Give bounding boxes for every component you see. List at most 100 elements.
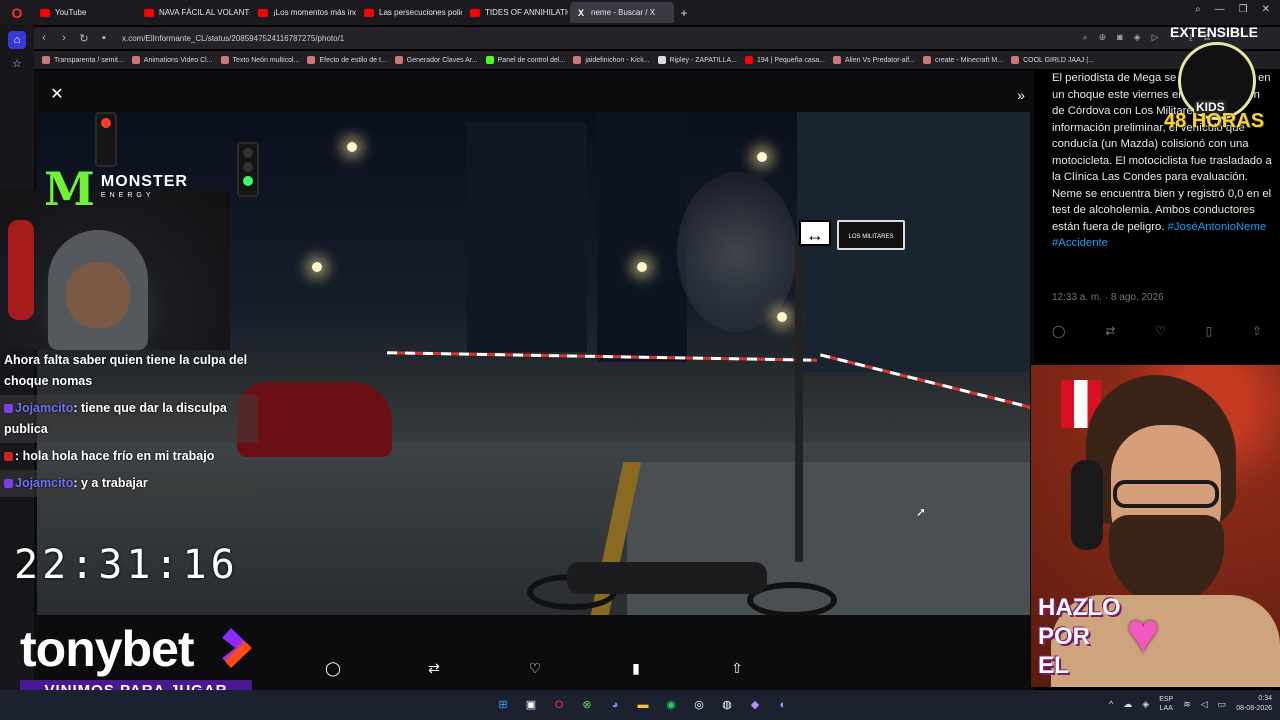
chat-message: Ahora falta saber quien tiene la culpa d… — [4, 353, 248, 388]
volume-icon[interactable]: ◁ — [1201, 699, 1208, 710]
hazlo-por-el-banner: HAZLO POR EL — [1038, 594, 1121, 679]
extensible-48h-badge: EXTENSIBLE KIDS 48 HORAS — [1164, 24, 1265, 132]
chevron-up-icon[interactable]: ^ — [1109, 699, 1113, 709]
bookmark-item[interactable]: COOL GIRLD JAAJ |... — [1011, 56, 1094, 64]
bookmark-icon — [573, 56, 582, 64]
expand-panel-icon[interactable]: » — [1012, 86, 1030, 104]
plush-toy — [8, 220, 34, 320]
youtube-icon — [258, 8, 268, 17]
restore-icon[interactable]: ❐ — [1239, 4, 1248, 15]
tab-momentos[interactable]: ¡Los momentos más incre — [252, 2, 356, 23]
reply-icon[interactable]: ◯ — [320, 660, 346, 686]
close-window-icon[interactable]: ✕ — [1262, 4, 1270, 15]
battery-icon[interactable]: ▭ — [1218, 699, 1227, 710]
url-field[interactable]: x.com/ElInformante_CL/status/20859475241… — [122, 34, 344, 43]
share-icon[interactable]: ⇧ — [724, 660, 750, 686]
tab-nava-facil[interactable]: NAVA FÁCIL AL VOLANTE — [138, 2, 250, 23]
like-icon[interactable]: ♡ — [522, 660, 548, 686]
security-icon[interactable]: ◈ — [1142, 699, 1149, 710]
bookmark-item[interactable]: Alien Vs Predator-alf... — [832, 56, 915, 64]
bookmark-icon — [220, 56, 229, 64]
wifi-icon[interactable]: ≋ — [1183, 699, 1191, 710]
subscriber-badge-icon — [4, 479, 13, 489]
minimize-icon[interactable]: — — [1215, 4, 1225, 15]
sign-pole — [795, 242, 803, 562]
play-icon[interactable]: ▷ — [1152, 32, 1159, 43]
obs-icon[interactable]: ◎ — [690, 696, 708, 714]
xbox-icon[interactable]: ⊗ — [578, 696, 596, 714]
opera-logo-icon[interactable]: O — [0, 0, 34, 25]
repost-icon[interactable]: ⇄ — [421, 660, 447, 686]
repost-icon[interactable]: ⇄ — [1105, 324, 1115, 338]
language-indicator[interactable]: ESP LAA — [1159, 695, 1173, 713]
bookmark-item[interactable]: Generador Claves Ar... — [394, 56, 478, 64]
start-icon[interactable]: ⊞ — [494, 696, 512, 714]
zoom-icon[interactable]: ⊕ — [1099, 32, 1107, 43]
traffic-light — [237, 142, 259, 197]
bookmarks-bar: Transparenta / semit... Animations Video… — [34, 51, 1280, 69]
bookmark-icon — [832, 56, 841, 64]
bookmark-item[interactable]: create - Minecraft M... — [922, 56, 1003, 64]
bookmark-item[interactable]: Panel de control del... — [485, 56, 565, 64]
back-icon[interactable]: ‹ — [34, 32, 54, 44]
tweet-timestamp[interactable]: 12:33 a. m. · 8 ago. 2026 — [1052, 292, 1164, 303]
building — [797, 112, 1030, 372]
system-tray: ^ ☁ ◈ ESP LAA ≋ ◁ ▭ 0:34 08-08-2026 — [1109, 694, 1272, 714]
stream-chat: Ahora falta saber quien tiene la culpa d… — [0, 347, 258, 497]
steam-icon[interactable]: ◐ — [774, 696, 792, 714]
reply-icon[interactable]: ◯ — [1052, 324, 1065, 338]
folder-icon[interactable]: ▬ — [634, 696, 652, 714]
bookmark-item[interactable]: Ripley - ZAPATILLA... — [657, 56, 737, 64]
bookmark-icon[interactable]: ▯ — [1206, 324, 1213, 338]
bookmark-item[interactable]: Animations Video Cl... — [131, 56, 213, 64]
window-controls: ⌕ — ❐ ✕ — [1195, 4, 1270, 15]
opera-icon[interactable]: O — [550, 696, 568, 714]
cloud-icon[interactable]: ☁ — [1123, 699, 1132, 710]
red-car — [237, 382, 392, 457]
search-tabs-icon[interactable]: ⌕ — [1195, 4, 1201, 15]
monster-claw-icon: M — [44, 162, 95, 216]
stream-timer: 22:31:16 — [14, 542, 239, 588]
bookmark-item[interactable]: 194 | Pequeña casa... — [744, 56, 825, 64]
lock-icon[interactable]: ▪ — [94, 32, 114, 44]
bookmark-item[interactable]: Transparenta / semit... — [42, 56, 124, 64]
kick-icon — [485, 56, 494, 64]
search-icon[interactable]: ⌕ — [1083, 32, 1088, 43]
close-viewer-icon[interactable]: ✕ — [48, 86, 66, 104]
app-icon[interactable]: ◍ — [718, 696, 736, 714]
pin-icon[interactable]: ☆ — [8, 55, 26, 73]
tab-neme-buscar[interactable]: Xneme - Buscar / X — [570, 2, 674, 23]
new-tab-plus-icon[interactable]: + — [676, 6, 692, 20]
street-lamp — [777, 312, 787, 322]
task-view-icon[interactable]: ▣ — [522, 696, 540, 714]
views-icon[interactable]: ▮ — [623, 660, 649, 686]
tab-persecuciones[interactable]: Las persecuciones policial — [358, 2, 462, 23]
street-lamp — [757, 152, 767, 162]
camera-icon[interactable]: ◙ — [1117, 32, 1122, 43]
discord-icon[interactable]: ◕ — [606, 696, 624, 714]
bookmark-item[interactable]: Texto Neón multicol... — [220, 56, 299, 64]
bookmark-icon — [42, 56, 50, 64]
shield-icon[interactable]: ◈ — [1134, 32, 1141, 43]
reload-icon[interactable]: ↻ — [74, 32, 94, 45]
system-clock[interactable]: 0:34 08-08-2026 — [1236, 694, 1272, 714]
forward-icon[interactable]: › — [54, 32, 74, 44]
ripley-icon — [657, 56, 666, 64]
street-lamp — [637, 262, 647, 272]
bookmark-item[interactable]: jaidefinichon - Kick... — [573, 56, 650, 64]
like-icon[interactable]: ♡ — [1155, 324, 1166, 338]
tab-youtube[interactable]: YouTube — [34, 2, 136, 23]
youtube-icon — [144, 8, 154, 17]
bookmark-item[interactable]: Efecto de estilo de t... — [307, 56, 387, 64]
app-icon[interactable]: ◆ — [746, 696, 764, 714]
headset-icon — [1071, 460, 1103, 550]
spotify-icon[interactable]: ◉ — [662, 696, 680, 714]
tab-bar: O YouTube NAVA FÁCIL AL VOLANTE ¡Los mom… — [0, 0, 1280, 25]
monster-energy-logo: M MONSTER ENERGY — [44, 162, 188, 216]
share-icon[interactable]: ⇧ — [1252, 324, 1262, 338]
glasses-icon — [1113, 480, 1219, 508]
tab-tides[interactable]: TIDES OF ANNIHILATION — [464, 2, 568, 23]
windows-taskbar: ⊞ ▣ O ⊗ ◕ ▬ ◉ ◎ ◍ ◆ ◐ ^ ☁ ◈ ESP LAA ≋ ◁ ▭… — [0, 690, 1280, 720]
home-icon[interactable]: ⌂ — [8, 31, 26, 49]
taskbar-apps: ⊞ ▣ O ⊗ ◕ ▬ ◉ ◎ ◍ ◆ ◐ — [494, 696, 792, 714]
